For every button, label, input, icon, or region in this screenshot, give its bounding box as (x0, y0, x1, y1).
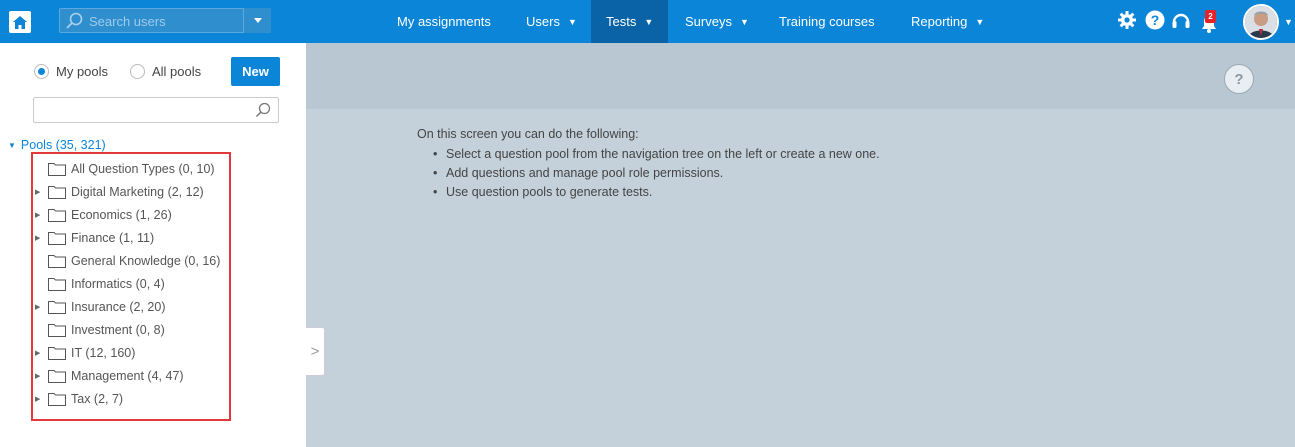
caret-right-icon[interactable]: ▶ (35, 211, 40, 219)
new-pool-button[interactable]: New (231, 57, 280, 86)
tree-item-label: Insurance (2, 20) (71, 300, 166, 314)
tree-item-label: Digital Marketing (2, 12) (71, 185, 204, 199)
nav-my-assignments[interactable]: My assignments (382, 0, 506, 43)
notification-badge: 2 (1205, 10, 1216, 23)
caret-right-icon[interactable]: ▶ (35, 188, 40, 196)
folder-icon (48, 255, 66, 268)
search-users-input[interactable]: Search users (59, 8, 271, 33)
tree-item-label: Finance (1, 11) (71, 231, 155, 245)
avatar[interactable] (1243, 4, 1279, 40)
search-icon (66, 12, 83, 29)
tree-item-label: Economics (1, 26) (71, 208, 172, 222)
gear-icon[interactable] (1117, 10, 1137, 30)
nav-label: Tests (606, 14, 637, 29)
radio-my-pools[interactable]: My pools (34, 64, 108, 79)
help-icon: ? (1234, 70, 1244, 88)
instructions-list: Select a question pool from the navigati… (433, 147, 880, 204)
folder-icon (48, 393, 66, 406)
folder-icon (48, 232, 66, 245)
tree-root-label: Pools (35, 321) (20, 138, 106, 152)
chevron-down-icon (253, 18, 262, 23)
chevron-down-icon: ▼ (975, 16, 985, 27)
folder-icon (48, 347, 66, 360)
search-icon[interactable] (255, 102, 271, 118)
home-icon (13, 15, 27, 29)
folder-icon (48, 163, 66, 176)
radio-label: All pools (152, 64, 202, 79)
nav-surveys[interactable]: Surveys ▼ (670, 0, 764, 43)
tree-item-label: Informatics (0, 4) (71, 277, 165, 291)
nav-label: Surveys (685, 14, 732, 29)
folder-icon (48, 209, 66, 222)
top-navigation-bar: Search users My assignments Users ▼ Tests… (0, 0, 1295, 43)
search-placeholder: Search users (89, 14, 166, 29)
nav-reporting[interactable]: Reporting ▼ (896, 0, 999, 43)
folder-icon (48, 301, 66, 314)
tree-root-pools[interactable]: ▼ Pools (35, 321) (8, 138, 106, 152)
nav-tests[interactable]: Tests ▼ (591, 0, 669, 43)
help-button[interactable]: ? (1224, 64, 1254, 94)
nav-label: Training courses (779, 14, 875, 29)
main-header: ? (306, 43, 1295, 109)
nav-label: My assignments (397, 14, 491, 29)
user-photo (1245, 6, 1277, 38)
chevron-right-icon: > (310, 343, 320, 360)
caret-right-icon[interactable]: ▶ (35, 372, 40, 380)
caret-right-icon[interactable]: ▶ (35, 349, 40, 357)
home-button[interactable] (9, 11, 31, 33)
tree-item-label: Investment (0, 8) (71, 323, 165, 337)
pool-filter-input[interactable] (33, 97, 279, 123)
tree-item-label: Tax (2, 7) (71, 392, 124, 406)
folder-icon (48, 324, 66, 337)
main-content: ? On this screen you can do the followin… (306, 43, 1295, 447)
tree-item-label: All Question Types (0, 10) (71, 162, 215, 176)
headset-icon[interactable] (1171, 10, 1191, 30)
list-item: Select a question pool from the navigati… (433, 147, 880, 166)
intro-text: On this screen you can do the following: (417, 127, 639, 141)
sidebar-toggle-handle[interactable]: > (306, 327, 325, 376)
caret-right-icon[interactable]: ▶ (35, 303, 40, 311)
tree-item-label: IT (12, 160) (71, 346, 136, 360)
radio-button-selected[interactable] (34, 64, 49, 79)
chevron-down-icon[interactable]: ▼ (1284, 17, 1293, 27)
folder-icon (48, 186, 66, 199)
caret-down-icon[interactable]: ▼ (8, 141, 16, 150)
caret-right-icon[interactable]: ▶ (35, 395, 40, 403)
caret-right-icon[interactable]: ▶ (35, 234, 40, 242)
radio-button[interactable] (130, 64, 145, 79)
nav-label: Users (526, 14, 560, 29)
chevron-down-icon: ▼ (739, 16, 749, 27)
radio-all-pools[interactable]: All pools (130, 64, 201, 79)
search-scope-dropdown[interactable] (243, 8, 271, 33)
folder-icon (48, 370, 66, 383)
chevron-down-icon: ▼ (644, 16, 654, 27)
radio-label: My pools (56, 64, 109, 79)
folder-icon (48, 278, 66, 291)
pools-sidebar: My pools All pools New ▼ Pools (35, 321)… (0, 43, 306, 447)
nav-training-courses[interactable]: Training courses (764, 0, 890, 43)
tree-item-label: General Knowledge (0, 16) (71, 254, 221, 268)
highlighted-tree-region: All Question Types (0, 10) ▶ Digital Mar… (31, 152, 231, 421)
nav-users[interactable]: Users ▼ (511, 0, 592, 43)
svg-text:?: ? (1151, 12, 1160, 28)
list-item: Use question pools to generate tests. (433, 185, 880, 204)
list-item: Add questions and manage pool role permi… (433, 166, 880, 185)
nav-label: Reporting (911, 14, 968, 29)
tree-item-label: Management (4, 47) (71, 369, 184, 383)
chevron-down-icon: ▼ (567, 16, 577, 27)
help-icon[interactable]: ? (1145, 10, 1165, 30)
